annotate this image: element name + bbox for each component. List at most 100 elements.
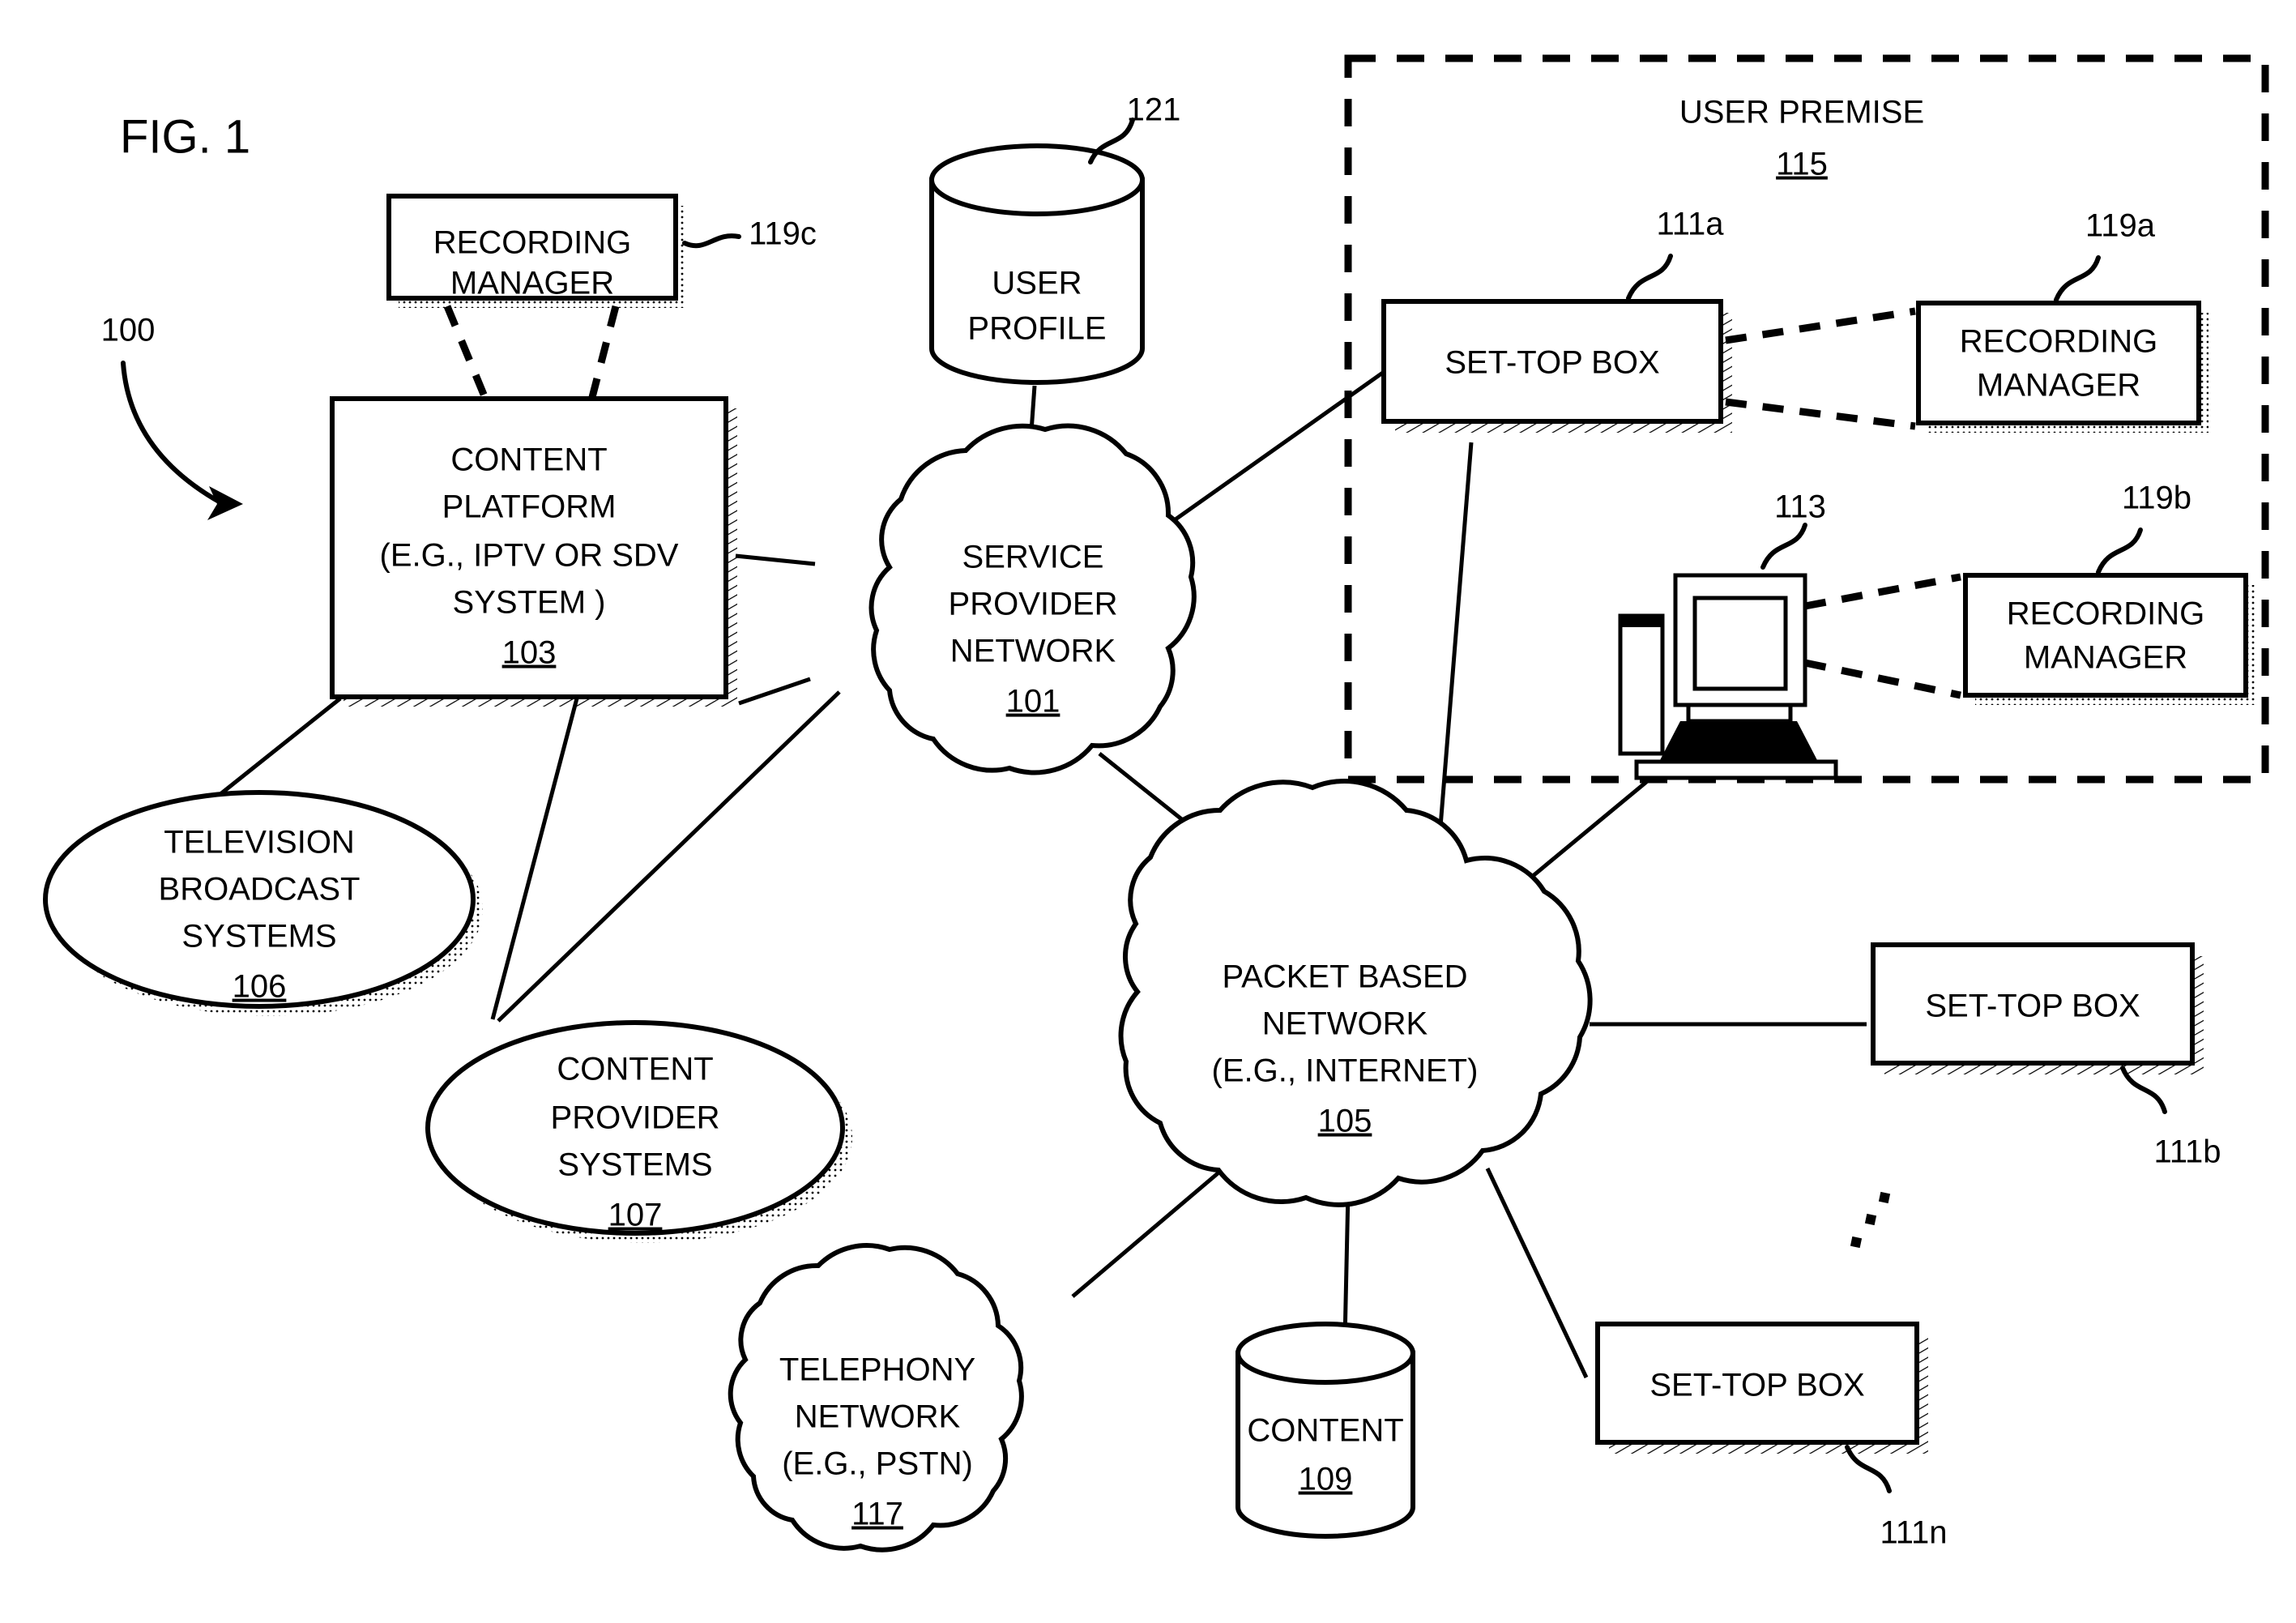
recording-manager-c-node[interactable]: RECORDING MANAGER — [386, 194, 685, 308]
computer-ref: 113 — [1774, 489, 1826, 525]
recording-manager-a-leader — [2054, 255, 2101, 302]
user-profile-label-1: USER — [992, 266, 1082, 301]
recording-manager-c-leader — [682, 233, 741, 249]
set-top-box-n-node[interactable]: SET-TOP BOX — [1595, 1322, 1928, 1454]
telephony-network-node[interactable]: TELEPHONY NETWORK (E.G., PSTN) 117 — [728, 1243, 1024, 1553]
television-broadcast-systems-label-2: BROADCAST — [159, 872, 361, 908]
link-pbn-stb-n — [1485, 1167, 1589, 1379]
system-arrow-head — [207, 486, 243, 520]
computer-monitor-screen — [1692, 596, 1788, 691]
telephony-network-label-2: NETWORK — [795, 1399, 961, 1435]
link-pbn-telephony — [1071, 1164, 1229, 1298]
system-arrow-curve — [121, 361, 223, 505]
recording-manager-a-label-1: RECORDING — [1960, 324, 2157, 360]
telephony-network-ref: 117 — [851, 1497, 903, 1532]
ellipsis-more-set-top-boxes — [1850, 1191, 1891, 1249]
set-top-box-n-label: SET-TOP BOX — [1649, 1368, 1864, 1403]
television-broadcast-systems-node[interactable]: TELEVISION BROADCAST SYSTEMS 106 — [43, 790, 483, 1016]
link-platform-spn — [735, 553, 816, 566]
recording-manager-a-ref: 119a — [2085, 208, 2156, 244]
set-top-box-b-ref: 111b — [2153, 1134, 2221, 1170]
set-top-box-b-leader — [2120, 1066, 2167, 1114]
content-platform-ref: 103 — [502, 635, 557, 671]
content-platform-label-2: PLATFORM — [442, 489, 617, 525]
recording-manager-b-box[interactable] — [1963, 573, 2248, 698]
service-provider-network-label-1: SERVICE — [962, 540, 1104, 575]
television-broadcast-systems-label-1: TELEVISION — [164, 825, 355, 861]
user-profile-node[interactable]: USER PROFILE — [929, 143, 1145, 385]
link-computer-rmb-1 — [1804, 573, 1961, 610]
packet-based-network-label-2: NETWORK — [1262, 1006, 1428, 1042]
packet-based-network-node[interactable]: PACKET BASED NETWORK (E.G., INTERNET) 10… — [1118, 779, 1593, 1207]
computer-leader — [1760, 523, 1807, 570]
link-platform-tv — [211, 697, 342, 802]
recording-manager-a-label-2: MANAGER — [1977, 368, 2140, 404]
recording-manager-a-box[interactable] — [1916, 301, 2201, 425]
recording-manager-c-label-2: MANAGER — [450, 266, 614, 301]
link-cps-to-spn — [497, 690, 841, 1023]
packet-based-network-ref: 105 — [1318, 1104, 1372, 1139]
user-premise-label: USER PREMISE — [1679, 95, 1924, 130]
link-spn-stb-a — [1152, 364, 1393, 537]
content-platform-label-1: CONTENT — [450, 442, 607, 478]
packet-based-network-label-3: (E.G., INTERNET) — [1212, 1053, 1479, 1089]
recording-manager-b-label-1: RECORDING — [2007, 596, 2204, 632]
telephony-network-label-3: (E.G., PSTN) — [782, 1446, 973, 1482]
set-top-box-a-label: SET-TOP BOX — [1445, 345, 1659, 381]
content-store-label-1: CONTENT — [1247, 1413, 1403, 1449]
television-broadcast-systems-ref: 106 — [233, 969, 287, 1005]
ellipsis-dot-1 — [1878, 1191, 1891, 1204]
set-top-box-a-leader — [1626, 254, 1673, 301]
computer-keyboard — [1634, 759, 1838, 780]
set-top-box-b-node[interactable]: SET-TOP BOX — [1871, 942, 2204, 1074]
link-stb-a-rma-1 — [1725, 307, 1916, 344]
recording-manager-c-ref: 119c — [749, 216, 817, 252]
link-computer-rmb-2 — [1804, 659, 1961, 699]
recording-manager-b-label-2: MANAGER — [2024, 640, 2187, 676]
ellipsis-dot-2 — [1864, 1213, 1877, 1226]
patent-figure-1: FIG. 1 100 RECORDING MANAGER 119c CONTEN… — [0, 0, 2296, 1623]
link-rmc-platform-2 — [587, 305, 620, 402]
content-platform-label-3: (E.G., IPTV OR SDV — [380, 538, 679, 574]
user-profile-label-2: PROFILE — [967, 311, 1106, 347]
set-top-box-a-ref: 111a — [1656, 207, 1724, 242]
service-provider-network-label-2: PROVIDER — [949, 587, 1118, 622]
user-profile-cylinder-top — [929, 143, 1145, 216]
packet-based-network-label-1: PACKET BASED — [1222, 959, 1467, 995]
television-broadcast-systems-label-3: SYSTEMS — [181, 919, 336, 955]
content-provider-systems-ref: 107 — [608, 1198, 663, 1233]
set-top-box-n-leader — [1845, 1445, 1892, 1493]
recording-manager-b-leader — [2096, 527, 2143, 574]
content-store-cylinder-top — [1235, 1322, 1415, 1385]
set-top-box-a-node[interactable]: SET-TOP BOX — [1381, 299, 1732, 433]
service-provider-network-node[interactable]: SERVICE PROVIDER NETWORK 101 — [868, 423, 1197, 775]
link-platform-cps — [490, 698, 579, 1020]
recording-manager-c-label-1: RECORDING — [433, 225, 631, 261]
set-top-box-n-ref: 111n — [1880, 1515, 1947, 1551]
network-architecture-diagram: FIG. 1 100 RECORDING MANAGER 119c CONTEN… — [43, 54, 2269, 1553]
computer-tower-top — [1620, 616, 1662, 627]
content-provider-systems-label-2: PROVIDER — [551, 1100, 720, 1136]
computer-tower — [1618, 613, 1665, 756]
system-ref-label: 100 — [101, 313, 156, 348]
service-provider-network-ref: 101 — [1006, 684, 1061, 720]
user-premise-ref: 115 — [1776, 147, 1828, 182]
computer-monitor-neck — [1686, 703, 1793, 724]
set-top-box-b-label: SET-TOP BOX — [1925, 989, 2140, 1024]
content-provider-systems-label-1: CONTENT — [557, 1052, 713, 1087]
link-platform-spn-2 — [738, 677, 811, 706]
link-stb-a-rma-2 — [1725, 398, 1916, 430]
content-provider-systems-node[interactable]: CONTENT PROVIDER SYSTEMS 107 — [425, 1020, 852, 1243]
recording-manager-b-ref: 119b — [2122, 480, 2191, 516]
computer-node[interactable] — [1618, 573, 1838, 780]
telephony-network-label-1: TELEPHONY — [779, 1352, 975, 1388]
link-rmc-platform-1 — [443, 305, 490, 402]
link-pbn-content — [1342, 1190, 1351, 1341]
recording-manager-b-node[interactable]: RECORDING MANAGER — [1963, 573, 2255, 705]
user-profile-ref: 121 — [1127, 92, 1181, 128]
content-store-node[interactable]: CONTENT 109 — [1235, 1322, 1415, 1539]
service-provider-network-label-3: NETWORK — [950, 634, 1116, 669]
ellipsis-dot-3 — [1850, 1236, 1863, 1249]
recording-manager-a-node[interactable]: RECORDING MANAGER — [1916, 301, 2209, 433]
content-platform-node[interactable]: CONTENT PLATFORM (E.G., IPTV OR SDV SYST… — [330, 396, 737, 707]
